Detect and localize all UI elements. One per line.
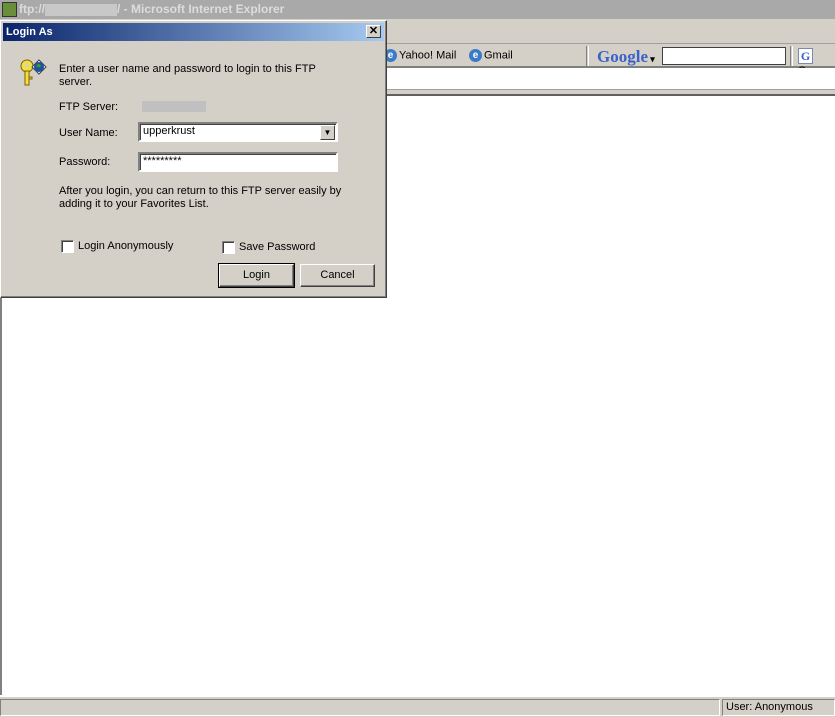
login-button[interactable]: Login — [218, 263, 295, 288]
ie-ftp-icon — [2, 2, 17, 17]
login-as-dialog: Login As ✕ Enter a user name and passwor… — [0, 20, 387, 298]
favorites-info: After you login, you can return to this … — [59, 185, 342, 210]
password-field[interactable]: ********* — [138, 152, 338, 172]
status-zone: User: Anonymous — [722, 699, 835, 716]
ftp-server-label: FTP Server: — [59, 101, 119, 113]
ie-icon: e — [469, 49, 482, 62]
link-yahoo-mail[interactable]: e Yahoo! Mail — [384, 49, 456, 62]
dialog-title: Login As — [6, 26, 53, 38]
user-name-value: upperkrust — [143, 125, 195, 137]
save-password-label[interactable]: Save Password — [239, 241, 315, 253]
zone-label: User: Anonymous — [726, 701, 813, 713]
login-anonymously-checkbox[interactable] — [61, 240, 74, 253]
ftp-server-value-redacted — [142, 101, 206, 112]
dialog-intro: Enter a user name and password to login … — [59, 63, 316, 88]
status-bar: User: Anonymous — [0, 696, 835, 717]
password-label: Password: — [59, 156, 111, 168]
toolbar-separator — [790, 46, 793, 66]
key-globe-icon — [20, 59, 47, 86]
user-name-label: User Name: — [59, 127, 118, 139]
link-label: Gmail — [484, 49, 513, 62]
window-titlebar: ftp:// / - Microsoft Internet Explorer — [0, 0, 835, 19]
google-search-input[interactable] — [662, 47, 786, 65]
google-logo: Google — [597, 47, 648, 66]
window-title-suffix: / - Microsoft Internet Explorer — [117, 2, 285, 16]
google-menu-button[interactable]: Google ▾ — [597, 47, 655, 67]
save-password-checkbox[interactable] — [222, 241, 235, 254]
dialog-titlebar[interactable]: Login As ✕ — [3, 23, 384, 41]
close-button[interactable]: ✕ — [366, 25, 381, 38]
toolbar-grip[interactable] — [586, 46, 589, 66]
cancel-button[interactable]: Cancel — [300, 264, 375, 287]
redacted-host — [45, 3, 117, 16]
link-label: Yahoo! Mail — [399, 49, 457, 62]
login-anonymously-label[interactable]: Login Anonymously — [78, 240, 173, 252]
window-title-prefix: ftp:// — [19, 2, 45, 16]
status-text — [0, 699, 720, 716]
user-name-combobox[interactable]: upperkrust ▼ — [138, 122, 338, 142]
link-gmail[interactable]: e Gmail — [469, 49, 513, 62]
password-value: ********* — [143, 155, 182, 167]
chevron-down-icon[interactable]: ▼ — [320, 125, 335, 140]
google-g-icon: G — [798, 48, 813, 64]
